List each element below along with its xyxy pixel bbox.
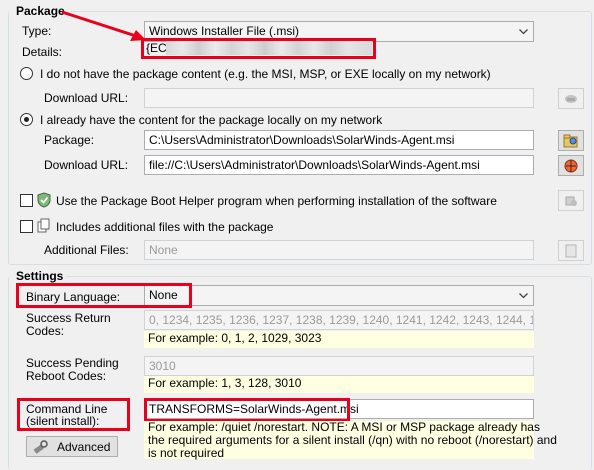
edit-document-icon <box>565 244 577 257</box>
boot-helper-checkbox[interactable] <box>20 194 33 207</box>
command-line-hint-line-3: is not required <box>148 446 225 460</box>
annotation-arrow-icon <box>61 10 146 41</box>
copy-files-icon <box>37 218 50 233</box>
success-return-hint: For example: 0, 1, 2, 1029, 3023 <box>144 331 534 348</box>
no-content-radio[interactable] <box>20 67 33 80</box>
gear-icon <box>565 196 577 206</box>
download-url-input-2[interactable]: file://C:\Users\Administrator\Downloads\… <box>144 155 534 175</box>
success-pending-label-1: Success Pending <box>26 356 119 370</box>
advanced-button-label: Advanced <box>57 439 111 454</box>
download-url-label-2: Download URL: <box>44 158 129 172</box>
command-line-highlight-box <box>144 398 350 422</box>
advanced-tools-icon <box>33 439 48 454</box>
browse-url-button-1[interactable] <box>558 88 584 109</box>
success-return-label-2: Codes: <box>26 324 65 338</box>
boot-helper-label: Use the Package Boot Helper program when… <box>56 194 497 208</box>
download-url-label-1: Download URL: <box>44 91 129 105</box>
globe-link-icon <box>565 94 577 103</box>
browse-url-button-2[interactable] <box>558 155 584 176</box>
binary-language-highlight-box <box>16 283 192 308</box>
success-pending-hint: For example: 1, 3, 128, 3010 <box>144 376 534 393</box>
additional-files-check-label: Includes additional files with the packa… <box>56 220 274 234</box>
have-content-radio[interactable] <box>20 113 33 126</box>
chevron-down-icon <box>516 22 530 41</box>
folder-browse-icon <box>563 134 578 147</box>
have-content-radio-label: I already have the content for the packa… <box>40 113 383 127</box>
advanced-button[interactable]: Advanced <box>26 436 118 457</box>
command-line-label-highlight-box <box>17 398 130 431</box>
additional-files-input[interactable]: None <box>144 240 534 260</box>
shield-icon <box>37 192 51 208</box>
globe-link-icon <box>564 159 578 172</box>
type-label: Type: <box>22 24 52 38</box>
type-dropdown-value: Windows Installer File (.msi) <box>149 24 300 38</box>
package-settings-panel: { "package": { "group_title": "Package",… <box>0 0 594 470</box>
additional-files-checkbox[interactable] <box>20 220 33 233</box>
success-return-label-1: Success Return <box>26 311 111 325</box>
command-line-hint: For example: /quiet /norestart. NOTE: A … <box>144 421 557 460</box>
success-return-codes-input[interactable]: 0, 1234, 1235, 1236, 1237, 1238, 1239, 1… <box>144 310 534 330</box>
boot-helper-settings-button[interactable] <box>558 190 584 211</box>
package-path-label: Package: <box>44 133 95 147</box>
success-pending-codes-input[interactable]: 3010 <box>144 356 534 376</box>
details-highlight-box <box>141 38 376 59</box>
binary-language-dropdown[interactable]: None <box>144 285 534 306</box>
chevron-down-icon <box>516 286 530 305</box>
additional-files-edit-button[interactable] <box>558 240 584 261</box>
details-label: Details: <box>22 45 63 59</box>
browse-package-button[interactable] <box>558 130 584 151</box>
download-url-input-1[interactable] <box>144 88 534 108</box>
no-content-radio-label: I do not have the package content (e.g. … <box>40 67 491 81</box>
additional-files-label: Additional Files: <box>44 243 129 257</box>
success-pending-label-2: Reboot Codes: <box>26 369 107 383</box>
package-path-input[interactable]: C:\Users\Administrator\Downloads\SolarWi… <box>144 130 534 150</box>
